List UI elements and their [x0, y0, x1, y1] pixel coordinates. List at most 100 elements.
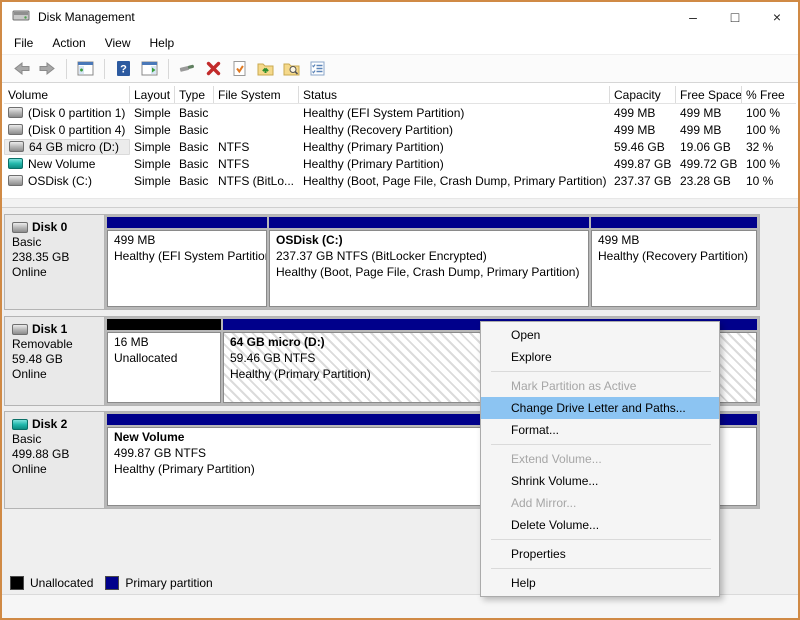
check-document-icon[interactable] [228, 57, 251, 80]
volume-status: Healthy (EFI System Partition) [299, 106, 610, 120]
menu-item-open[interactable]: Open [481, 324, 719, 346]
volume-type: Basic [175, 123, 214, 137]
menu-item-explore[interactable]: Explore [481, 346, 719, 368]
screenshot: Disk Management – □ × File Action View H… [0, 0, 800, 620]
folder-search-icon[interactable] [280, 57, 303, 80]
menu-item-delete-volume[interactable]: Delete Volume... [481, 514, 719, 536]
disk-0-label[interactable]: Disk 0 Basic 238.35 GB Online [4, 214, 105, 310]
volume-list-header: Volume Layout Type File System Status Ca… [4, 86, 796, 104]
column-header-file-system[interactable]: File System [214, 86, 299, 103]
volume-type: Basic [175, 174, 214, 188]
column-header-layout[interactable]: Layout [130, 86, 175, 103]
partition-status: Unallocated [114, 350, 214, 366]
disk-kind: Basic [12, 235, 97, 250]
volume-icon [8, 124, 23, 135]
disk-0-band: 499 MB Healthy (EFI System Partition) OS… [105, 214, 760, 310]
pane-splitter[interactable] [2, 198, 798, 208]
volume-free-space: 499 MB [676, 106, 742, 120]
menu-file[interactable]: File [10, 34, 42, 52]
disk-1-label[interactable]: Disk 1 Removable 59.48 GB Online [4, 316, 105, 406]
menu-item-shrink-volume[interactable]: Shrink Volume... [481, 470, 719, 492]
back-icon[interactable] [10, 57, 33, 80]
column-header-free-space[interactable]: Free Space [676, 86, 742, 103]
disk-size: 59.48 GB [12, 352, 97, 367]
volume-pct-free: 100 % [742, 157, 796, 171]
tool-icon[interactable] [176, 57, 199, 80]
table-row[interactable]: New Volume Simple Basic NTFS Healthy (Pr… [4, 155, 796, 172]
delete-icon[interactable] [202, 57, 225, 80]
menu-help[interactable]: Help [146, 34, 184, 52]
minimize-button[interactable]: – [672, 2, 714, 32]
column-header-volume[interactable]: Volume [4, 86, 130, 103]
volume-status: Healthy (Primary Partition) [299, 140, 610, 154]
disk-icon [12, 222, 28, 233]
column-header-pct-free[interactable]: % Free [742, 86, 796, 103]
volume-icon [9, 141, 24, 152]
window-controls: – □ × [672, 2, 798, 32]
partition-recovery[interactable]: 499 MB Healthy (Recovery Partition) [591, 217, 757, 307]
menu-item-extend-volume: Extend Volume... [481, 448, 719, 470]
partition-color-bar [269, 217, 589, 228]
menu-bar: File Action View Help [2, 32, 798, 54]
primary-partition-swatch [105, 576, 119, 590]
menu-item-properties[interactable]: Properties [481, 543, 719, 565]
volume-capacity: 499 MB [610, 106, 676, 120]
partition-name: OSDisk (C:) [276, 232, 582, 248]
menu-item-help[interactable]: Help [481, 572, 719, 594]
properties-icon[interactable] [306, 57, 329, 80]
menu-separator [491, 371, 711, 372]
partition-size: 16 MB [114, 334, 214, 350]
table-row-selected[interactable]: 64 GB micro (D:) Simple Basic NTFS Healt… [4, 138, 796, 155]
partition-color-bar [107, 217, 267, 228]
menu-action[interactable]: Action [48, 34, 94, 52]
legend-primary-partition: Primary partition [105, 576, 212, 590]
toolbar: ? [2, 54, 798, 83]
volume-type: Basic [175, 157, 214, 171]
volume-free-space: 499.72 GB [676, 157, 742, 171]
menu-item-add-mirror: Add Mirror... [481, 492, 719, 514]
disk-icon [12, 419, 28, 430]
menu-item-format[interactable]: Format... [481, 419, 719, 441]
menu-item-change-drive-letter[interactable]: Change Drive Letter and Paths... [481, 397, 719, 419]
column-header-type[interactable]: Type [175, 86, 214, 103]
volume-list: Volume Layout Type File System Status Ca… [4, 86, 796, 198]
volume-pct-free: 100 % [742, 106, 796, 120]
volume-free-space: 19.06 GB [676, 140, 742, 154]
disk-name: Disk 1 [32, 322, 67, 337]
menu-item-mark-partition-active: Mark Partition as Active [481, 375, 719, 397]
column-header-status[interactable]: Status [299, 86, 610, 103]
help-icon[interactable]: ? [112, 57, 135, 80]
volume-icon [8, 175, 23, 186]
forward-icon[interactable] [36, 57, 59, 80]
volume-file-system: NTFS [214, 157, 299, 171]
partition-efi[interactable]: 499 MB Healthy (EFI System Partition) [107, 217, 267, 307]
maximize-button[interactable]: □ [714, 2, 756, 32]
title-bar: Disk Management – □ × [2, 2, 798, 32]
disk-2-label[interactable]: Disk 2 Basic 499.88 GB Online [4, 411, 105, 509]
table-row[interactable]: (Disk 0 partition 1) Simple Basic Health… [4, 104, 796, 121]
legend-unallocated: Unallocated [10, 576, 93, 590]
unallocated-swatch [10, 576, 24, 590]
window-title: Disk Management [38, 10, 135, 24]
status-bar [2, 594, 798, 618]
volume-pct-free: 100 % [742, 123, 796, 137]
close-button[interactable]: × [756, 2, 798, 32]
console-tree-icon[interactable] [74, 57, 97, 80]
table-row[interactable]: OSDisk (C:) Simple Basic NTFS (BitLo... … [4, 172, 796, 189]
table-row[interactable]: (Disk 0 partition 4) Simple Basic Health… [4, 121, 796, 138]
menu-separator [491, 568, 711, 569]
folder-up-icon[interactable] [254, 57, 277, 80]
disk-size: 238.35 GB [12, 250, 97, 265]
column-header-capacity[interactable]: Capacity [610, 86, 676, 103]
volume-layout: Simple [130, 123, 175, 137]
partition-unallocated[interactable]: 16 MB Unallocated [107, 319, 221, 403]
action-pane-icon[interactable] [138, 57, 161, 80]
volume-name: (Disk 0 partition 4) [28, 123, 125, 137]
svg-text:?: ? [120, 64, 127, 76]
partition-size: 237.37 GB NTFS (BitLocker Encrypted) [276, 248, 582, 264]
menu-view[interactable]: View [101, 34, 140, 52]
partition-osdisk-c[interactable]: OSDisk (C:) 237.37 GB NTFS (BitLocker En… [269, 217, 589, 307]
volume-status: Healthy (Boot, Page File, Crash Dump, Pr… [299, 174, 610, 188]
volume-layout: Simple [130, 140, 175, 154]
partition-status: Healthy (Boot, Page File, Crash Dump, Pr… [276, 264, 582, 280]
